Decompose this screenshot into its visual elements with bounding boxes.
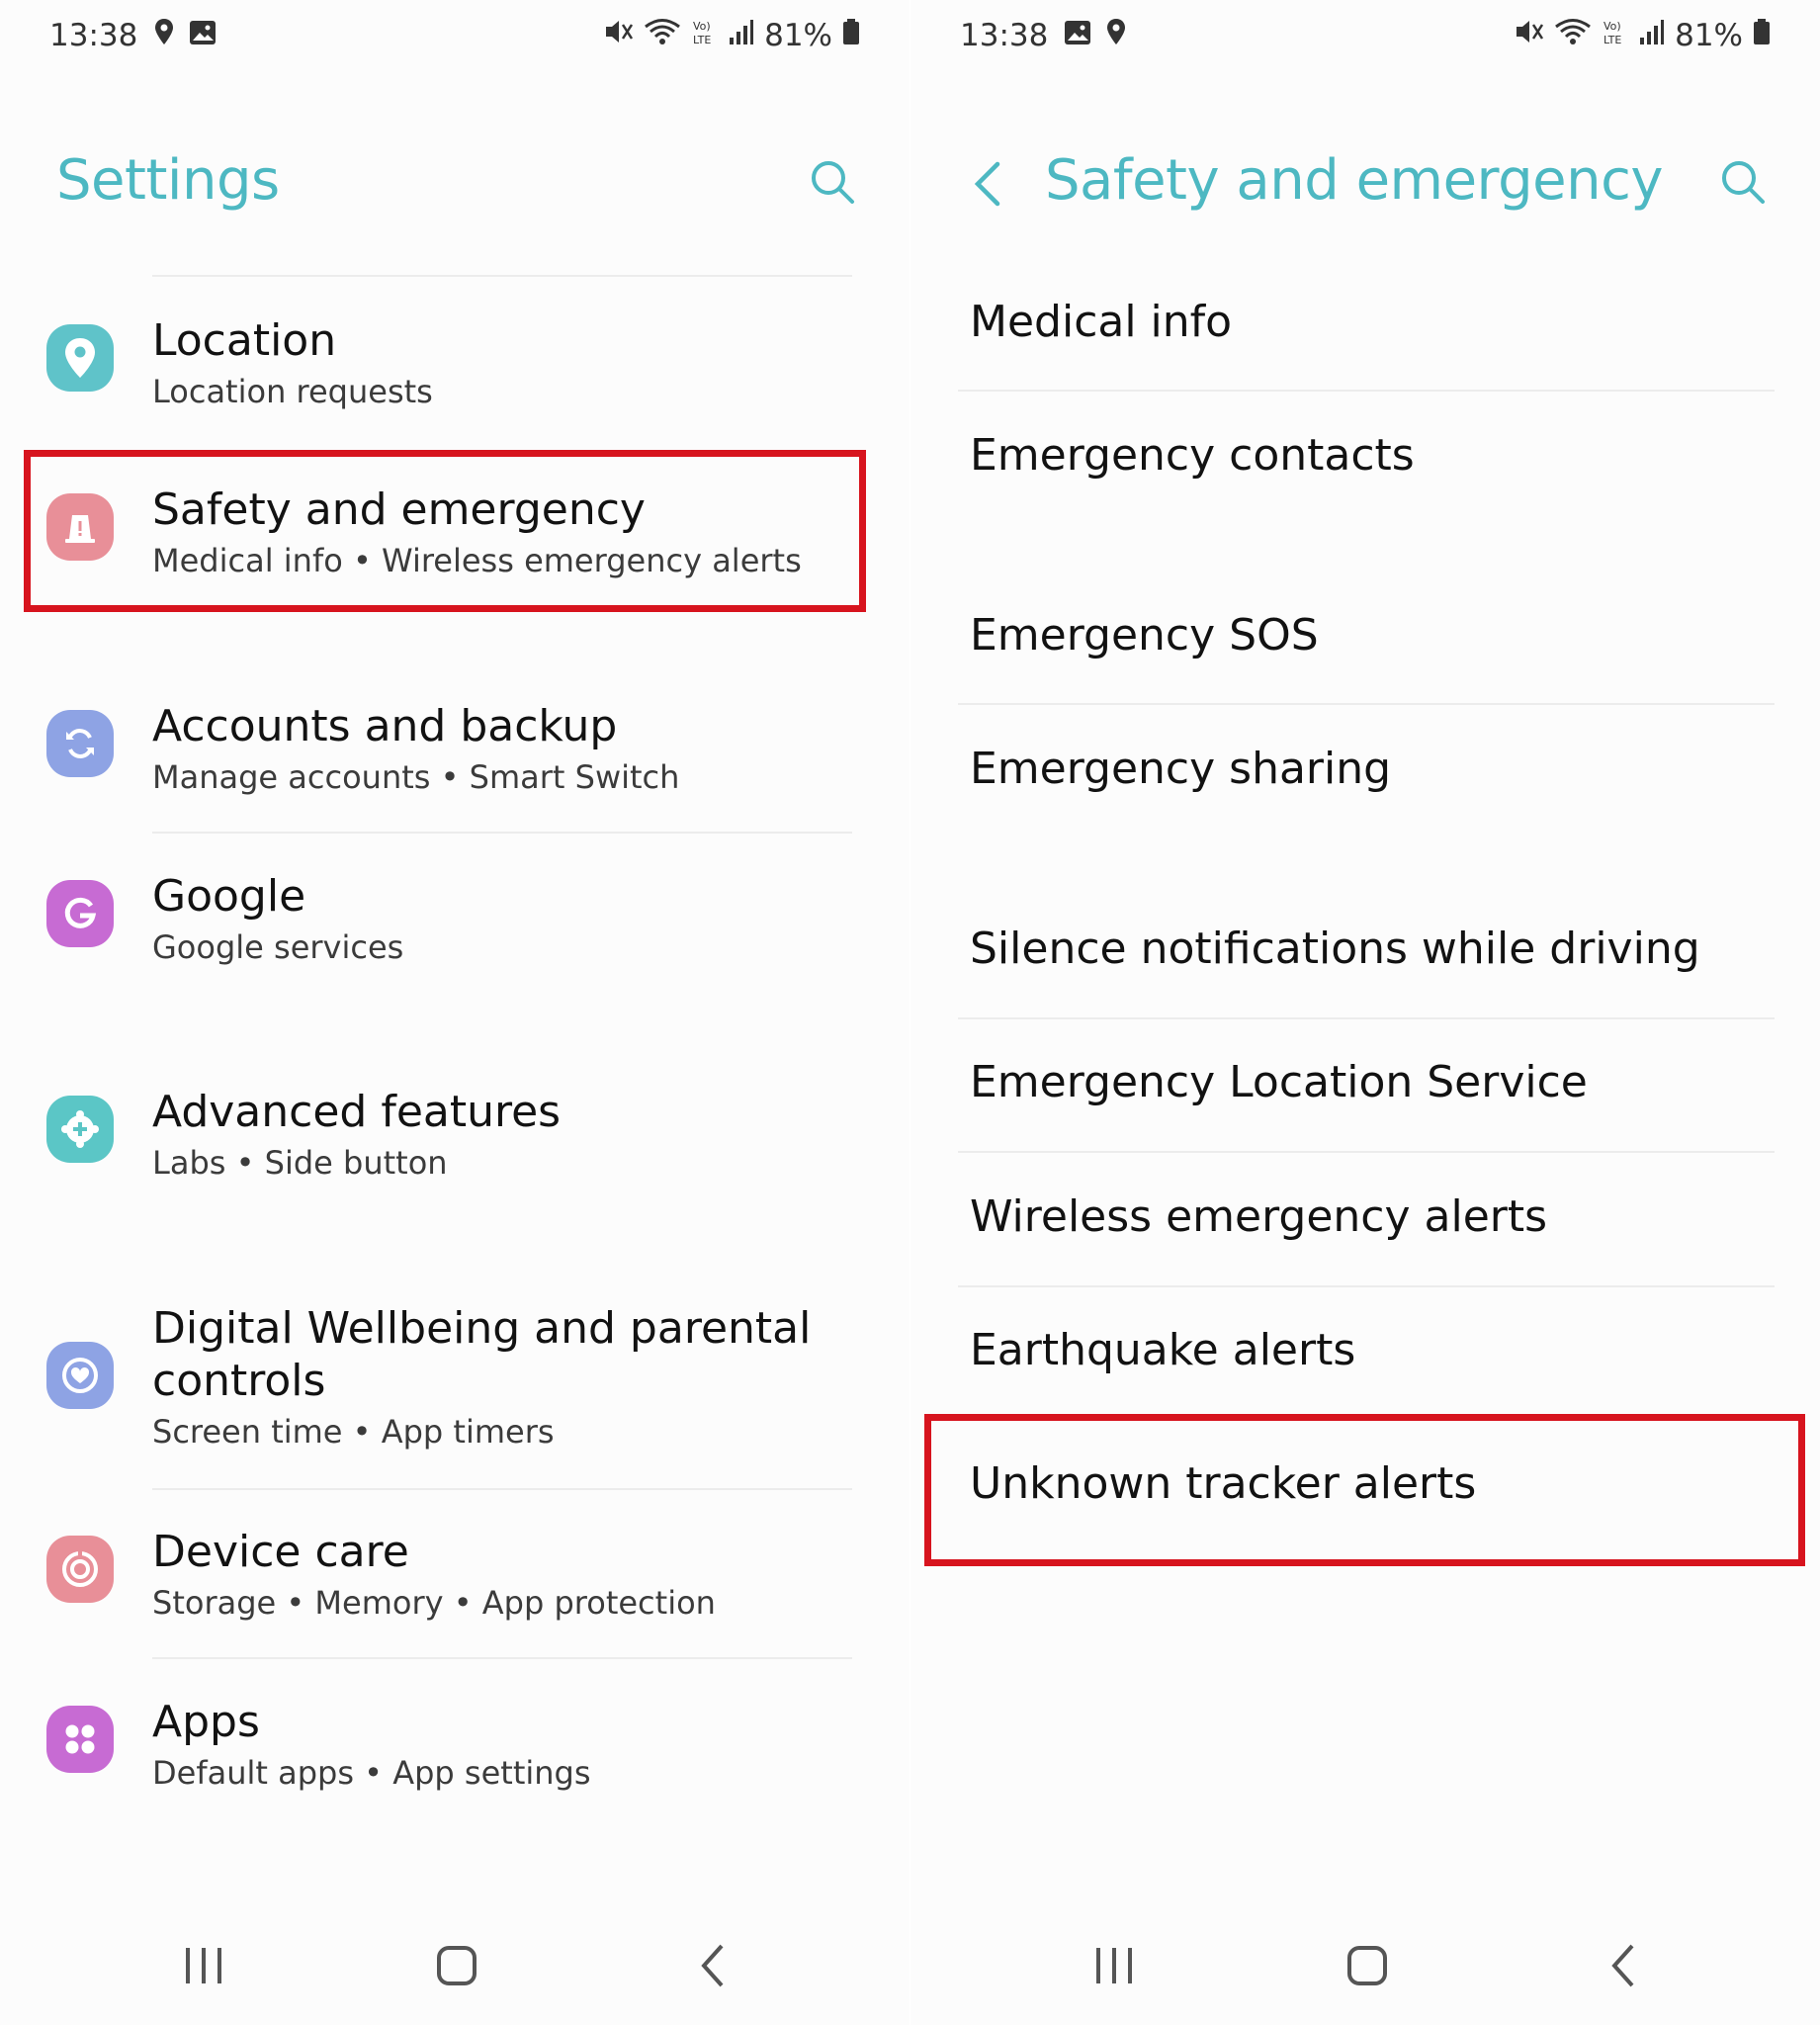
menu-item-emergency-sharing[interactable]: Emergency sharing <box>970 744 1391 794</box>
location-status-icon <box>1105 18 1127 53</box>
settings-item-text: Digital Wellbeing and parental controls … <box>152 1302 880 1454</box>
settings-item-subtitle: Default apps • App settings <box>152 1754 591 1792</box>
navigation-bar <box>910 1916 1820 2025</box>
settings-item-title: Location <box>152 315 337 366</box>
settings-item-text: Device care Storage • Memory • App prote… <box>152 1526 880 1626</box>
google-icon <box>46 880 114 947</box>
status-time: 13:38 <box>960 18 1049 53</box>
divider <box>958 1285 1775 1287</box>
settings-item-text: Accounts and backup Manage accounts • Sm… <box>152 700 880 800</box>
divider <box>958 703 1775 705</box>
svg-text:Vo): Vo) <box>1603 20 1621 33</box>
volte-icon: Vo) LTE <box>691 18 719 53</box>
home-icon[interactable] <box>427 1936 486 1995</box>
settings-item-title: Google <box>152 871 306 922</box>
device-care-icon <box>46 1536 114 1603</box>
mute-icon <box>604 18 634 53</box>
settings-item-digital-wellbeing[interactable]: Digital Wellbeing and parental controls … <box>0 1302 910 1460</box>
settings-item-subtitle: Manage accounts • Smart Switch <box>152 758 680 796</box>
recent-apps-icon[interactable] <box>174 1936 233 1995</box>
wifi-icon <box>1554 18 1592 53</box>
settings-item-text: Advanced features Labs • Side button <box>152 1086 880 1186</box>
settings-item-title: Apps <box>152 1697 260 1747</box>
divider <box>152 1657 852 1659</box>
search-icon[interactable] <box>1719 158 1767 206</box>
menu-item-wireless-emergency-alerts[interactable]: Wireless emergency alerts <box>970 1191 1547 1242</box>
navigation-bar <box>0 1916 910 2025</box>
settings-item-location[interactable]: Location Location requests <box>0 314 910 423</box>
svg-text:LTE: LTE <box>1603 34 1621 45</box>
settings-item-text: Apps Default apps • App settings <box>152 1696 880 1796</box>
plus-gear-icon <box>46 1096 114 1163</box>
svg-text:LTE: LTE <box>693 34 711 45</box>
volte-icon: Vo) LTE <box>1602 18 1629 53</box>
location-status-icon <box>153 18 175 53</box>
settings-item-subtitle: Labs • Side button <box>152 1144 448 1182</box>
signal-icon <box>1639 18 1665 53</box>
settings-item-subtitle: Location requests <box>152 373 433 410</box>
settings-item-subtitle: Screen time • App timers <box>152 1413 555 1451</box>
image-status-icon <box>1064 18 1091 53</box>
settings-item-advanced-features[interactable]: Advanced features Labs • Side button <box>0 1086 910 1194</box>
wifi-icon <box>644 18 681 53</box>
status-right-group: Vo) LTE 81% <box>1515 18 1771 53</box>
highlight-box-unknown-tracker <box>924 1414 1805 1566</box>
menu-item-emergency-sos[interactable]: Emergency SOS <box>970 610 1319 660</box>
battery-icon <box>842 18 860 53</box>
home-icon[interactable] <box>1338 1936 1397 1995</box>
image-status-icon <box>189 18 217 53</box>
settings-item-subtitle: Google services <box>152 928 404 966</box>
safety-header: Safety and emergency <box>910 138 1820 227</box>
back-nav-icon[interactable] <box>684 1936 743 1995</box>
divider <box>958 1151 1775 1153</box>
page-title: Safety and emergency <box>1045 148 1664 213</box>
status-bar: 13:38 Vo) LTE 81% <box>49 14 860 57</box>
highlight-box-safety <box>24 450 866 612</box>
back-nav-icon[interactable] <box>1595 1936 1654 1995</box>
battery-percent: 81% <box>764 18 832 53</box>
settings-item-google[interactable]: Google Google services <box>0 870 910 979</box>
menu-item-earthquake-alerts[interactable]: Earthquake alerts <box>970 1325 1355 1375</box>
svg-text:Vo): Vo) <box>693 20 711 33</box>
status-right-group: Vo) LTE 81% <box>604 18 860 53</box>
divider <box>152 1488 852 1490</box>
divider <box>958 390 1775 392</box>
settings-item-text: Location Location requests <box>152 314 880 414</box>
settings-item-title: Advanced features <box>152 1087 562 1137</box>
recent-apps-icon[interactable] <box>1084 1936 1144 1995</box>
divider <box>958 1017 1775 1019</box>
divider <box>152 832 852 834</box>
wellbeing-icon <box>46 1342 114 1409</box>
menu-item-medical-info[interactable]: Medical info <box>970 297 1232 347</box>
signal-icon <box>729 18 754 53</box>
settings-item-title: Accounts and backup <box>152 701 618 751</box>
settings-item-accounts-and-backup[interactable]: Accounts and backup Manage accounts • Sm… <box>0 700 910 809</box>
safety-and-emergency-panel: 13:38 Vo) LTE 81% Safety and emergency M… <box>910 0 1820 2025</box>
settings-panel: 13:38 Vo) LTE 81% Settings Location Loca… <box>0 0 910 2025</box>
sync-icon <box>46 710 114 777</box>
settings-item-device-care[interactable]: Device care Storage • Memory • App prote… <box>0 1526 910 1634</box>
page-title: Settings <box>56 148 280 213</box>
battery-percent: 81% <box>1675 18 1743 53</box>
status-time: 13:38 <box>49 18 138 53</box>
settings-item-title: Device care <box>152 1527 409 1577</box>
settings-item-title: Digital Wellbeing and parental controls <box>152 1303 812 1406</box>
divider <box>152 275 852 277</box>
back-arrow-icon[interactable] <box>968 158 1007 210</box>
settings-item-apps[interactable]: Apps Default apps • App settings <box>0 1696 910 1805</box>
battery-icon <box>1753 18 1771 53</box>
search-icon[interactable] <box>809 158 856 206</box>
settings-item-subtitle: Storage • Memory • App protection <box>152 1584 716 1622</box>
menu-item-emergency-location-service[interactable]: Emergency Location Service <box>970 1057 1588 1107</box>
apps-icon <box>46 1706 114 1773</box>
settings-header: Settings <box>0 138 910 227</box>
mute-icon <box>1515 18 1544 53</box>
menu-item-silence-notifications-driving[interactable]: Silence notifications while driving <box>970 924 1700 974</box>
status-bar: 13:38 Vo) LTE 81% <box>960 14 1771 57</box>
location-pin-icon <box>46 324 114 392</box>
settings-item-text: Google Google services <box>152 870 880 970</box>
menu-item-emergency-contacts[interactable]: Emergency contacts <box>970 430 1415 481</box>
